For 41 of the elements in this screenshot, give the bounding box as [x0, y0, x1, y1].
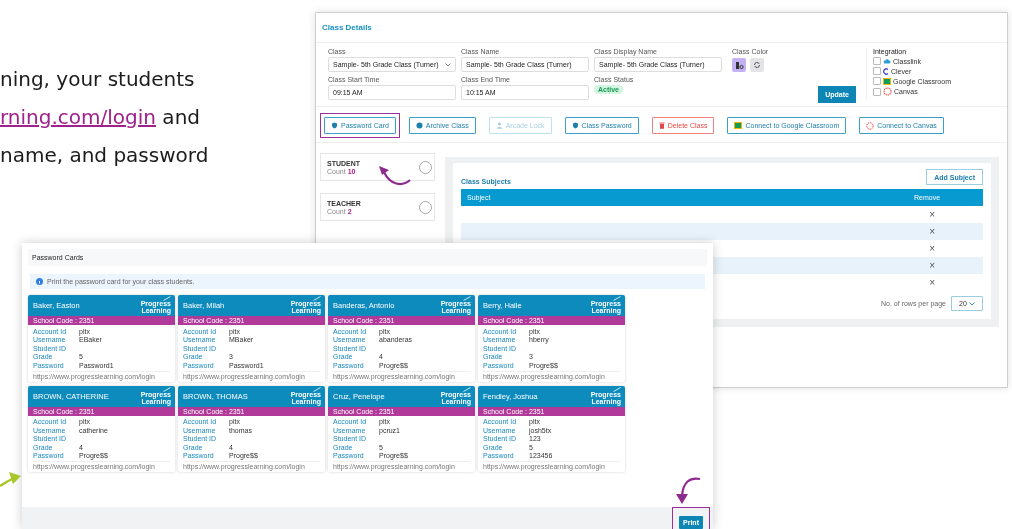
login-link[interactable]: rning.com/login — [0, 105, 156, 129]
window-title: Class Details — [316, 13, 1007, 43]
color-picker-button[interactable] — [732, 58, 746, 72]
remove-button[interactable]: × — [929, 209, 935, 220]
radio-button[interactable] — [419, 200, 432, 214]
pencil-stroke-icon — [463, 386, 471, 392]
remove-button[interactable]: × — [929, 277, 935, 288]
pencil-stroke-icon — [163, 386, 171, 392]
radio-button[interactable] — [419, 160, 432, 174]
reset-button[interactable] — [750, 58, 764, 72]
circle-icon — [415, 122, 423, 129]
pencil-stroke-icon — [313, 386, 321, 392]
dotted-ring-icon — [883, 87, 892, 96]
dotted-ring-icon — [866, 121, 875, 130]
pencil-stroke-icon — [463, 296, 471, 302]
classroom-icon — [883, 77, 891, 85]
info-icon — [36, 278, 43, 285]
checkbox[interactable] — [873, 57, 881, 65]
trash-icon — [658, 122, 665, 129]
refresh-icon — [753, 61, 761, 69]
palette-icon — [734, 60, 744, 70]
intro-text: ning, your students rning.com/login and name, and password — [0, 66, 209, 169]
shield-icon — [571, 122, 579, 129]
classroom-icon — [734, 122, 743, 129]
caret-icon — [445, 62, 451, 67]
curved-arrow-icon — [378, 164, 412, 186]
cloud-icon — [883, 58, 891, 64]
remove-button[interactable]: × — [929, 226, 935, 237]
c-letter-icon — [883, 67, 889, 75]
person-icon — [495, 122, 503, 129]
pencil-stroke-icon — [163, 296, 171, 302]
remove-button[interactable]: × — [929, 243, 935, 254]
remove-button[interactable]: × — [929, 260, 935, 271]
checkbox[interactable] — [873, 87, 881, 96]
checkbox[interactable] — [873, 77, 881, 85]
caret-icon — [968, 301, 975, 306]
checkbox[interactable] — [873, 67, 881, 75]
pencil-stroke-icon — [613, 296, 621, 302]
pencil-stroke-icon — [613, 386, 621, 392]
shield-icon — [331, 122, 338, 129]
pencil-stroke-icon — [313, 296, 321, 302]
